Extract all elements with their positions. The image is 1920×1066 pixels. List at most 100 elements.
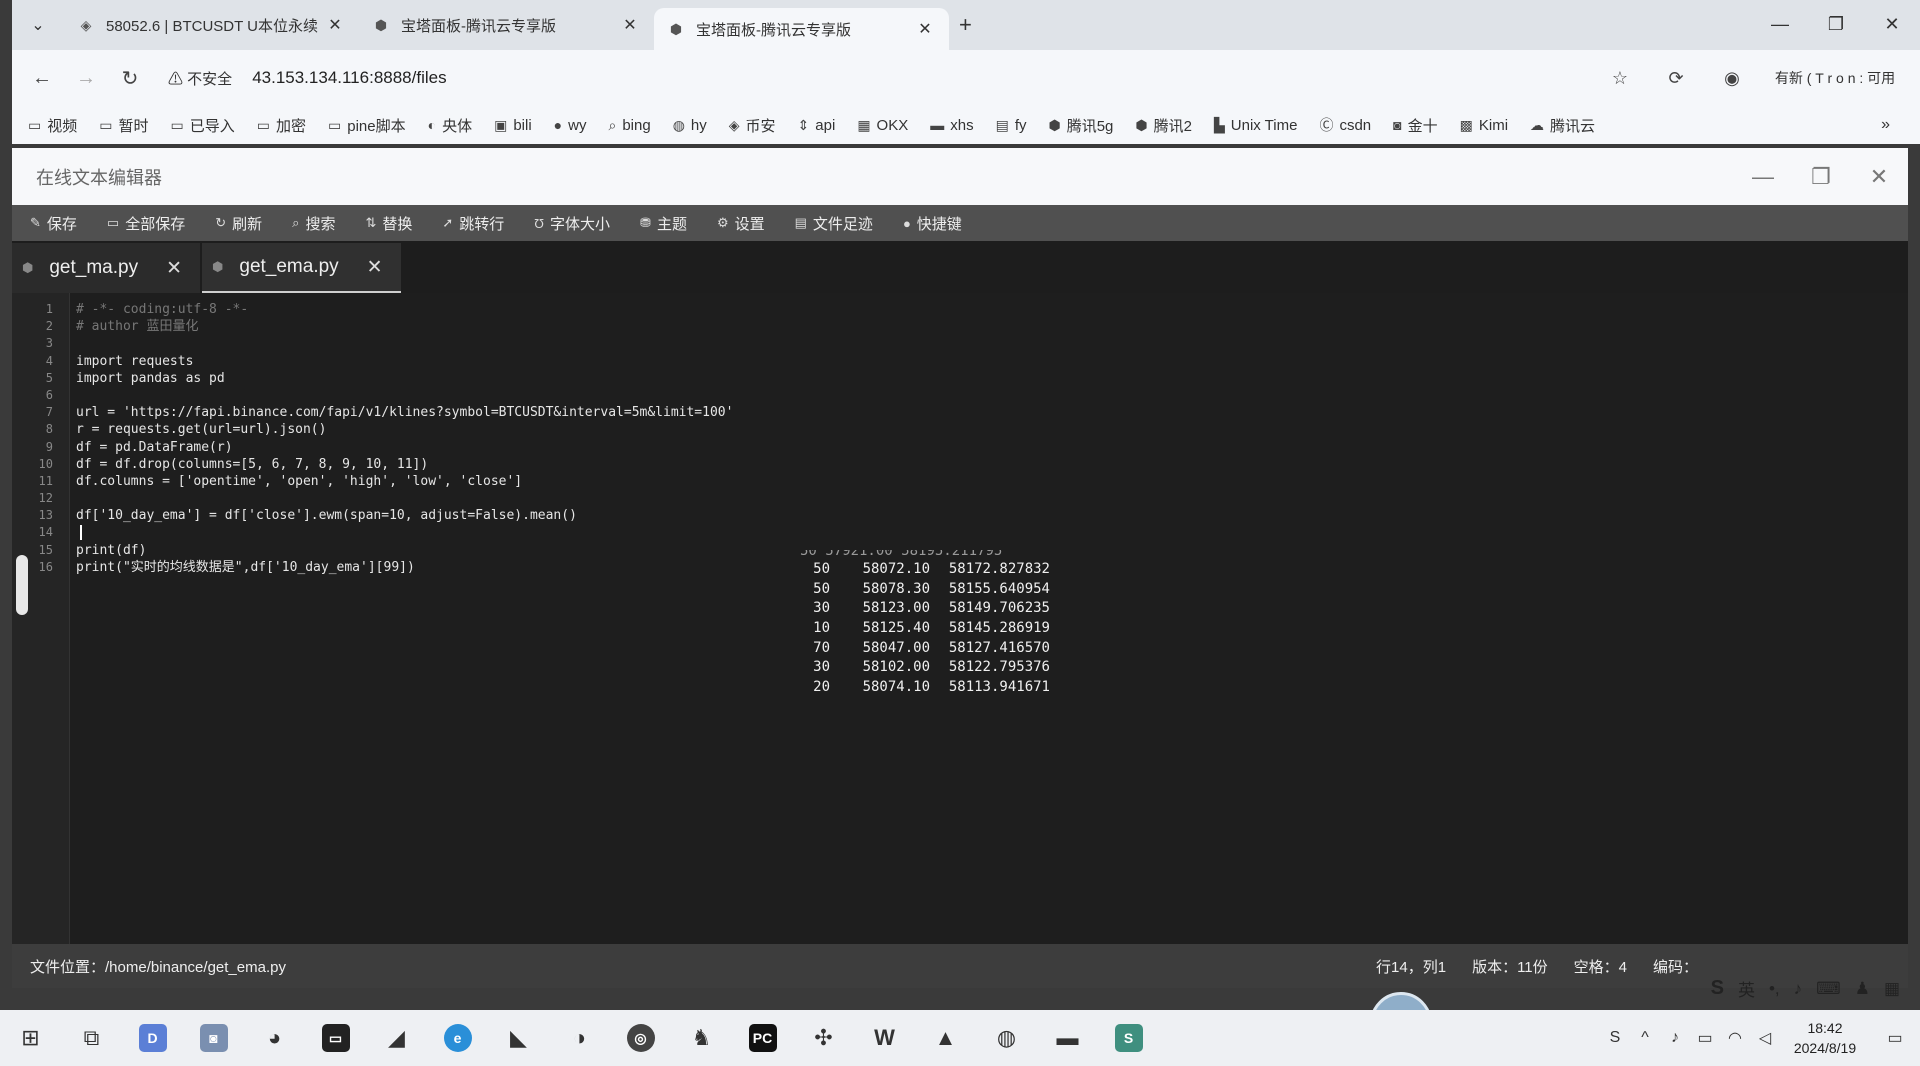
browser-tab-2-active[interactable]: ⬢ 宝塔面板-腾讯云专享版 ✕ [654,8,949,50]
close-tab-icon[interactable]: ✕ [915,19,935,39]
cursor-position[interactable]: 行14，列1 [1376,956,1446,977]
app-icon[interactable]: ◢ [366,1016,427,1060]
punctuation-icon[interactable]: •, [1769,979,1780,999]
code-lines[interactable]: # -*- coding:utf-8 -*- # author 蓝田量化 imp… [76,301,1908,576]
bookmark-link[interactable]: Ⓒcsdn [1319,115,1371,135]
restore-icon[interactable]: ❐ [1808,0,1864,50]
tab-search-chevron-icon[interactable]: ⌄ [12,15,64,35]
scrollbar-thumb[interactable] [16,555,28,615]
bookmark-link[interactable]: ▩ Kimi [1460,117,1508,134]
browser-tab-1[interactable]: ⬢ 宝塔面板-腾讯云专享版 ✕ [359,0,654,50]
notification-icon[interactable]: ▭ [1870,1028,1920,1048]
bookmark-link[interactable]: ▬ xhs [930,117,973,134]
app-icon[interactable]: ◑ [549,1016,610,1060]
forward-arrow-icon[interactable]: → [64,67,108,90]
file-history-button[interactable]: ▤ 文件足迹 [795,213,873,234]
close-file-icon[interactable]: ✕ [367,256,383,279]
menu-grid-icon[interactable]: ▦ [1884,979,1900,999]
wifi-icon[interactable]: ◠ [1720,1028,1750,1048]
bookmark-folder[interactable]: ▭ 加密 [257,115,306,136]
bookmark-link[interactable]: ⬢ 腾讯5g [1048,115,1113,136]
url-text[interactable]: 43.153.134.116:8888/files [252,68,446,88]
clock[interactable]: 18:42 2024/8/19 [1780,1018,1870,1058]
chrome-browser-icon[interactable]: ◎ [610,1016,671,1060]
browser-tab-0[interactable]: ◈ 58052.6 | BTCUSDT U本位永续 ✕ [64,0,359,50]
bookmark-link[interactable]: ▙ Unix Time [1214,117,1297,134]
close-tab-icon[interactable]: ✕ [620,15,640,35]
version-count[interactable]: 版本：11份 [1472,956,1548,977]
bookmark-folder[interactable]: ▭ pine脚本 [328,115,406,136]
settings-button[interactable]: ⚙ 设置 [717,213,765,234]
pycharm-icon[interactable]: PC [732,1016,793,1060]
terminal-icon[interactable]: ▭ [305,1016,366,1060]
bookmark-link[interactable]: ● wy [554,117,587,134]
file-tab-get-ma[interactable]: ⬢ get_ma.py ✕ [12,243,201,293]
theme-button[interactable]: ⛃ 主题 [640,213,687,234]
replace-button[interactable]: ⇅ 替换 [365,213,412,234]
file-explorer-icon[interactable]: ▬ [1037,1016,1098,1060]
close-icon[interactable]: ✕ [1850,148,1908,205]
not-secure-indicator[interactable]: ⚠ 不安全 [168,68,232,89]
microphone-icon[interactable]: ♪ [1794,979,1803,999]
bookmark-link[interactable]: ⬢ 腾讯2 [1135,115,1192,136]
bookmark-star-icon[interactable]: ☆ [1592,68,1648,89]
app-icon[interactable]: ✣ [793,1016,854,1060]
minimize-icon[interactable]: — [1752,0,1808,50]
ime-language[interactable]: 英 [1738,976,1755,1001]
save-all-button[interactable]: ▭ 全部保存 [107,213,185,234]
app-icon[interactable]: ◕ [244,1016,305,1060]
app-icon[interactable]: S [1098,1016,1159,1060]
bookmark-link[interactable]: ◐ 央体 [428,115,472,136]
refresh-button[interactable]: ↻ 刷新 [215,213,262,234]
shortcuts-button[interactable]: ● 快捷键 [903,213,962,234]
close-tab-icon[interactable]: ✕ [325,15,345,35]
bookmark-link[interactable]: ☁ 腾讯云 [1530,115,1595,136]
goto-line-button[interactable]: ➚ 跳转行 [442,213,504,234]
volume-icon[interactable]: ◁ [1750,1028,1780,1048]
back-arrow-icon[interactable]: ← [20,67,64,90]
app-icon[interactable]: D [122,1016,183,1060]
maximize-icon[interactable]: ❐ [1792,148,1850,205]
app-icon[interactable]: ▲ [915,1016,976,1060]
microphone-icon[interactable]: ♪ [1660,1029,1690,1047]
start-windows-icon[interactable]: ⊞ [0,1016,61,1060]
app-icon[interactable]: ◣ [488,1016,549,1060]
skin-icon[interactable]: ♟ [1855,979,1870,999]
bookmark-link[interactable]: ◈ 币安 [729,115,776,136]
bookmark-link[interactable]: ▦ OKX [857,117,908,134]
save-button[interactable]: ✎ 保存 [30,213,77,234]
sogou-ime-icon[interactable]: S [1711,977,1724,1000]
bookmark-folder[interactable]: ▭ 已导入 [171,115,235,136]
task-view-icon[interactable]: ⧉ [61,1016,122,1060]
battery-icon[interactable]: ▭ [1690,1028,1720,1048]
extensions-icon[interactable]: ⟳ [1648,68,1704,89]
bookmark-folder[interactable]: ▭ 暂时 [99,115,148,136]
code-editor[interactable]: 1 2 3 4 5 6 7 8 9 10 11 12 13 14 15 16 #… [12,293,1908,944]
profile-status-text[interactable]: 有新 ( T r o n : 可用 [1760,68,1910,88]
file-tab-get-ema[interactable]: ⬢ get_ema.py ✕ [202,243,401,293]
app-icon[interactable]: ◍ [976,1016,1037,1060]
camera-app-icon[interactable]: ◙ [183,1016,244,1060]
address-bar[interactable]: ⚠ 不安全 43.153.134.116:8888/files [168,68,447,89]
bookmark-link[interactable]: ⇕ api [798,117,836,134]
edge-browser-icon[interactable]: e [427,1016,488,1060]
wps-icon[interactable]: W [854,1016,915,1060]
keyboard-icon[interactable]: ⌨ [1816,979,1841,999]
bookmark-folder[interactable]: ▭ 视频 [28,115,77,136]
chevron-up-icon[interactable]: ^ [1630,1029,1660,1047]
qq-icon[interactable]: ♞ [671,1016,732,1060]
font-size-button[interactable]: Ʊ 字体大小 [534,213,610,234]
more-bookmarks-icon[interactable]: » [1881,116,1890,134]
bookmark-link[interactable]: ▤ fy [996,117,1027,134]
encoding[interactable]: 编码： [1653,956,1698,977]
indent-spaces[interactable]: 空格：4 [1574,956,1627,977]
bookmark-link[interactable]: ⌕ bing [608,117,650,134]
bookmark-link[interactable]: ◍ hy [673,117,707,134]
new-tab-button[interactable]: + [959,12,972,38]
reload-icon[interactable]: ↻ [108,66,152,91]
bookmark-link[interactable]: ▣ bili [494,117,532,134]
close-icon[interactable]: ✕ [1864,0,1920,50]
sogou-tray-icon[interactable]: S [1600,1029,1630,1047]
minimize-icon[interactable]: — [1734,148,1792,205]
search-button[interactable]: ⌕ 搜索 [292,213,335,234]
